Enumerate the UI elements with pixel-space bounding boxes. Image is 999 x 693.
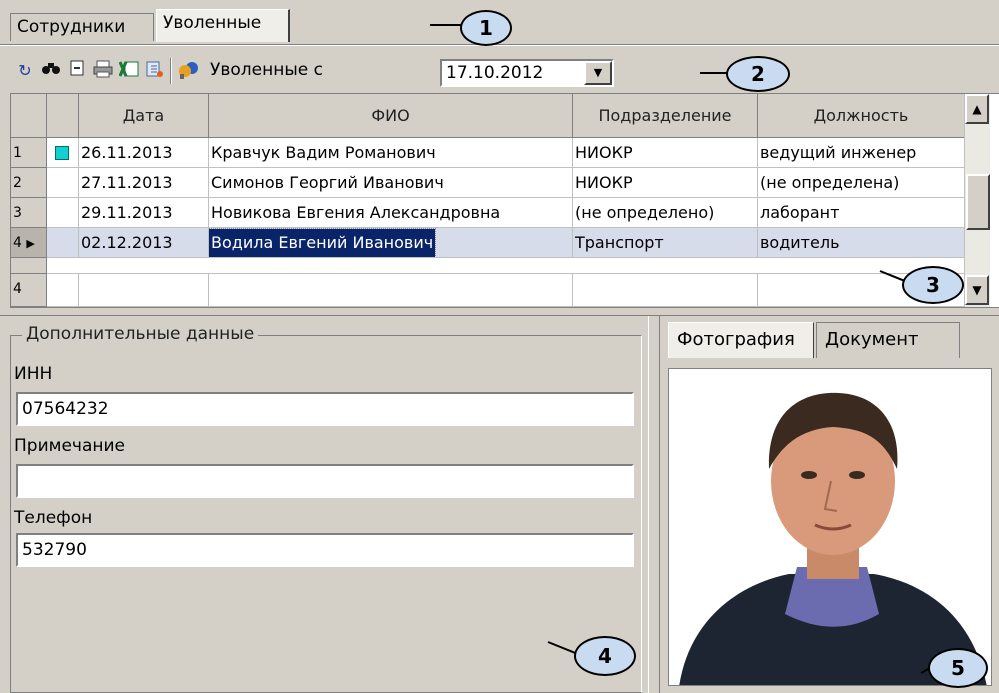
phone-label: Телефон bbox=[14, 508, 93, 528]
inn-field[interactable]: 07564232 bbox=[16, 392, 634, 426]
footer-cell bbox=[209, 274, 573, 307]
tab-underline bbox=[0, 44, 999, 46]
inn-label: ИНН bbox=[14, 364, 53, 384]
table-cell-position[interactable]: (не определена) bbox=[758, 168, 965, 198]
table-cell-department[interactable]: НИОКР bbox=[573, 168, 758, 198]
note-label: Примечание bbox=[14, 436, 125, 456]
column-header-department[interactable]: Подразделение bbox=[573, 94, 758, 138]
table-row-status bbox=[47, 228, 79, 258]
callout-2: 2 bbox=[726, 56, 790, 92]
row-number[interactable]: 1 bbox=[11, 138, 47, 168]
row-number[interactable]: 3 bbox=[11, 198, 47, 228]
footer-cell bbox=[573, 274, 758, 307]
table-cell-department[interactable]: Транспорт bbox=[573, 228, 758, 258]
table-cell-position[interactable]: лаборант bbox=[758, 198, 965, 228]
row-number[interactable]: 2 bbox=[11, 168, 47, 198]
current-row-indicator-icon: ▶ bbox=[26, 237, 35, 250]
footer-cell bbox=[79, 274, 209, 307]
row-number-text: 4 bbox=[13, 235, 22, 251]
callout-4: 4 bbox=[574, 636, 636, 676]
tab-document[interactable]: Документ bbox=[816, 322, 960, 358]
toolbar-separator bbox=[170, 58, 172, 84]
grid-scrollbar[interactable]: ▲ ▼ bbox=[964, 94, 990, 307]
print-icon[interactable] bbox=[92, 60, 114, 82]
table-cell-name[interactable]: Новикова Евгения Александровна bbox=[209, 198, 573, 228]
scroll-thumb[interactable] bbox=[966, 174, 990, 230]
row-number bbox=[11, 258, 47, 274]
note-field[interactable] bbox=[16, 464, 634, 498]
dismissed-since-label: Уволенные с bbox=[210, 60, 323, 80]
footer-cell bbox=[47, 274, 79, 307]
table-cell-name[interactable]: Симонов Георгий Иванович bbox=[209, 168, 573, 198]
table-cell-date[interactable]: 26.11.2013 bbox=[79, 138, 209, 168]
employee-photo bbox=[668, 368, 992, 686]
horizontal-splitter[interactable] bbox=[0, 310, 999, 316]
table-cell-date[interactable]: 27.11.2013 bbox=[79, 168, 209, 198]
export-icon[interactable] bbox=[144, 60, 166, 82]
phone-field[interactable]: 532790 bbox=[16, 533, 634, 567]
dismissed-grid: Дата ФИО Подразделение Должность 1 26.11… bbox=[10, 93, 999, 308]
scroll-down-button[interactable]: ▼ bbox=[965, 275, 989, 305]
collapse-icon[interactable] bbox=[66, 60, 88, 82]
scroll-up-button[interactable]: ▲ bbox=[965, 94, 989, 124]
callout-1: 1 bbox=[460, 10, 512, 46]
excel-icon[interactable] bbox=[118, 60, 140, 82]
card-icon bbox=[55, 146, 69, 160]
column-header-position[interactable]: Должность bbox=[758, 94, 965, 138]
table-cell-name-highlighted[interactable]: Водила Евгений Иванович bbox=[209, 228, 437, 257]
column-header-name[interactable]: ФИО bbox=[209, 94, 573, 138]
table-cell-position[interactable]: ведущий инженер bbox=[758, 138, 965, 168]
tab-dismissed[interactable]: Уволенные bbox=[156, 9, 290, 42]
tab-employees[interactable]: Сотрудники bbox=[10, 13, 154, 41]
grid-status-header bbox=[47, 94, 79, 138]
filter-icon[interactable] bbox=[178, 60, 200, 82]
table-cell-position[interactable]: водитель bbox=[758, 228, 965, 258]
callout-3: 3 bbox=[902, 266, 964, 304]
table-row-status bbox=[47, 138, 79, 168]
table-cell-department[interactable]: (не определено) bbox=[573, 198, 758, 228]
callout-1-pointer bbox=[430, 24, 462, 26]
binoculars-icon[interactable] bbox=[40, 60, 62, 82]
window: Сотрудники Уволенные 1 ↻ Уволенные с 17.… bbox=[0, 0, 999, 693]
table-cell-name-container[interactable]: Водила Евгений Иванович bbox=[209, 228, 573, 258]
table-cell-name[interactable]: Кравчук Вадим Романович bbox=[209, 138, 573, 168]
footer-row-count: 4 bbox=[11, 274, 47, 307]
table-cell-date[interactable]: 29.11.2013 bbox=[79, 198, 209, 228]
grid-corner bbox=[11, 94, 47, 138]
table-cell-department[interactable]: НИОКР bbox=[573, 138, 758, 168]
vertical-splitter[interactable] bbox=[648, 316, 660, 693]
row-number-selected[interactable]: 4 ▶ bbox=[11, 228, 47, 258]
column-header-date[interactable]: Дата bbox=[79, 94, 209, 138]
table-row-status bbox=[47, 168, 79, 198]
additional-data-group bbox=[10, 335, 642, 693]
table-row-status bbox=[47, 198, 79, 228]
tab-photo[interactable]: Фотография bbox=[668, 322, 814, 358]
portrait-image bbox=[679, 392, 987, 685]
date-dropdown-button[interactable]: ▼ bbox=[584, 61, 612, 85]
callout-5: 5 bbox=[928, 648, 988, 688]
additional-data-title: Дополнительные данные bbox=[22, 324, 259, 344]
table-cell-date[interactable]: 02.12.2013 bbox=[79, 228, 209, 258]
refresh-icon[interactable]: ↻ bbox=[14, 60, 36, 82]
